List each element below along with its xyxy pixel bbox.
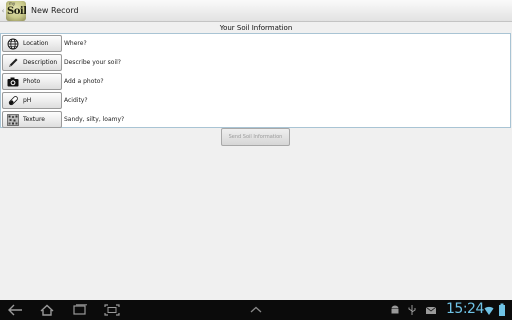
system-nav-bar: 15:24 [0, 300, 512, 320]
ph-button-label: pH [23, 97, 32, 104]
back-icon[interactable] [8, 303, 24, 317]
action-bar: ‹ my Soil New Record [0, 0, 512, 22]
up-chevron-icon[interactable] [248, 303, 264, 317]
send-button-label: Send Soil Information [228, 134, 283, 140]
test-tube-icon [7, 95, 19, 107]
photo-button[interactable]: Photo [2, 73, 62, 90]
status-clock: 15:24 [446, 301, 484, 317]
android-icon [390, 303, 400, 317]
photo-button-label: Photo [23, 78, 41, 85]
row-location: Location Where? [1, 34, 510, 53]
texture-button[interactable]: Texture [2, 111, 62, 128]
email-icon [425, 303, 437, 317]
row-photo: Photo Add a photo? [1, 72, 510, 91]
screenshot-icon[interactable] [104, 303, 120, 317]
recent-apps-icon[interactable] [72, 303, 88, 317]
logo-text: Soil [7, 5, 26, 17]
row-texture: Texture Sandy, silty, loamy? [1, 110, 510, 129]
location-value: Where? [64, 40, 87, 47]
battery-icon [497, 303, 507, 317]
pencil-icon [7, 57, 19, 69]
texture-value: Sandy, silty, loamy? [64, 116, 125, 123]
row-description: Description Describe your soil? [1, 53, 510, 72]
page-title: New Record [31, 6, 79, 15]
usb-icon [407, 303, 417, 317]
home-icon[interactable] [39, 303, 55, 317]
ph-value: Acidity? [64, 97, 88, 104]
camera-icon [7, 76, 19, 88]
section-header: Your Soil Information [219, 24, 293, 32]
send-soil-information-button[interactable]: Send Soil Information [221, 128, 290, 146]
description-value: Describe your soil? [64, 59, 121, 66]
wifi-icon [484, 303, 494, 317]
texture-icon [7, 113, 19, 126]
description-button-label: Description [23, 59, 58, 66]
app-logo[interactable]: my Soil [6, 0, 26, 21]
ph-button[interactable]: pH [2, 92, 62, 109]
photo-value: Add a photo? [64, 78, 104, 85]
globe-icon [7, 38, 19, 50]
description-button[interactable]: Description [2, 54, 62, 71]
texture-button-label: Texture [23, 116, 45, 123]
soil-form-panel: Location Where? Description Describe you… [0, 33, 511, 128]
up-caret-icon[interactable]: ‹ [1, 0, 5, 22]
row-ph: pH Acidity? [1, 91, 510, 110]
location-button[interactable]: Location [2, 35, 62, 52]
location-button-label: Location [23, 40, 49, 47]
